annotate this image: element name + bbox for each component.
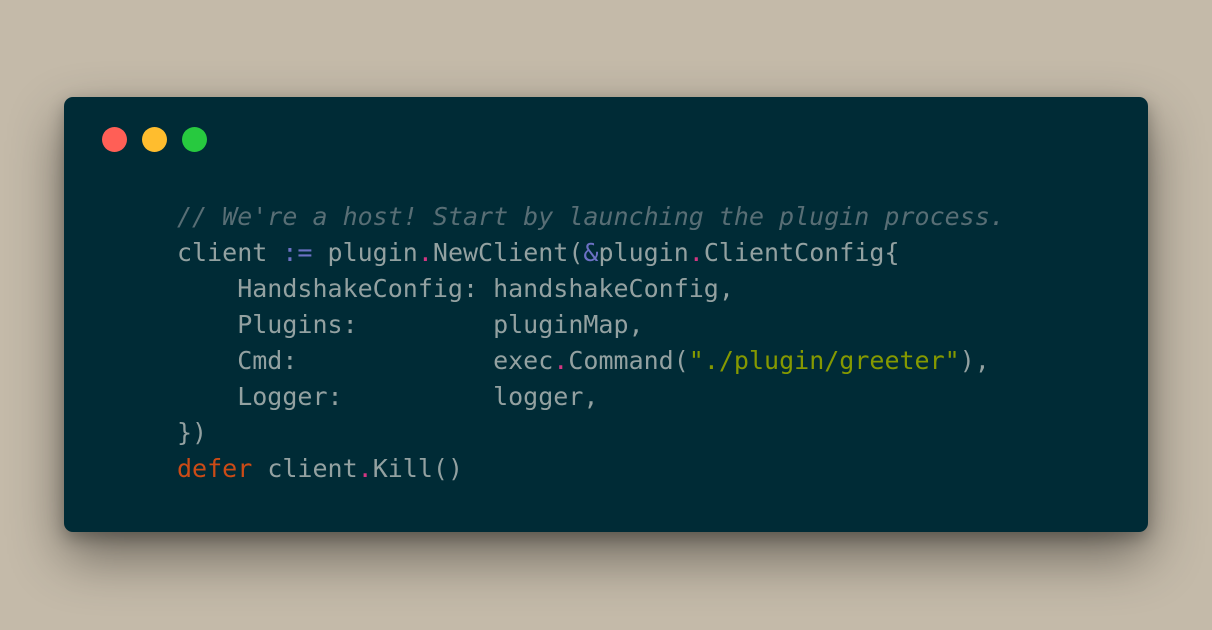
code-token-plain: ), [959,346,990,375]
code-token-plain: NewClient( [432,238,584,267]
minimize-button[interactable] [142,127,167,152]
code-line: Logger: logger, [177,379,1005,415]
close-button[interactable] [102,127,127,152]
code-token-string: "./plugin/greeter" [688,346,960,375]
code-token-dot: . [553,346,569,375]
code-token-plain: client [177,238,283,267]
code-line: Plugins: pluginMap, [177,307,1005,343]
code-line: defer client.Kill() [177,451,1005,487]
code-token-plain: Kill() [372,454,463,483]
code-token-plain: HandshakeConfig: handshakeConfig, [177,274,734,303]
code-token-plain: Command( [568,346,689,375]
code-token-plain: plugin [312,238,418,267]
code-token-plain: Cmd: exec [177,346,554,375]
code-line: }) [177,415,1005,451]
code-line: client := plugin.NewClient(&plugin.Clien… [177,235,1005,271]
window-controls [102,127,207,152]
code-token-dot: . [688,238,704,267]
code-token-comment: // We're a host! Start by launching the … [177,202,1005,231]
code-token-plain: }) [177,418,208,447]
code-token-keyword: defer [177,454,253,483]
code-line: // We're a host! Start by launching the … [177,199,1005,235]
code-window: // We're a host! Start by launching the … [64,97,1148,532]
zoom-button[interactable] [182,127,207,152]
code-line: HandshakeConfig: handshakeConfig, [177,271,1005,307]
code-token-plain: ClientConfig{ [703,238,900,267]
code-token-dot: . [357,454,373,483]
code-token-plain: Logger: logger, [177,382,599,411]
code-token-plain: client [252,454,358,483]
code-line: Cmd: exec.Command("./plugin/greeter"), [177,343,1005,379]
code-block: // We're a host! Start by launching the … [177,199,1005,487]
code-token-plain: Plugins: pluginMap, [177,310,644,339]
code-token-plain: plugin [598,238,689,267]
code-token-op: & [583,238,599,267]
code-token-op: := [282,238,313,267]
code-token-dot: . [417,238,433,267]
